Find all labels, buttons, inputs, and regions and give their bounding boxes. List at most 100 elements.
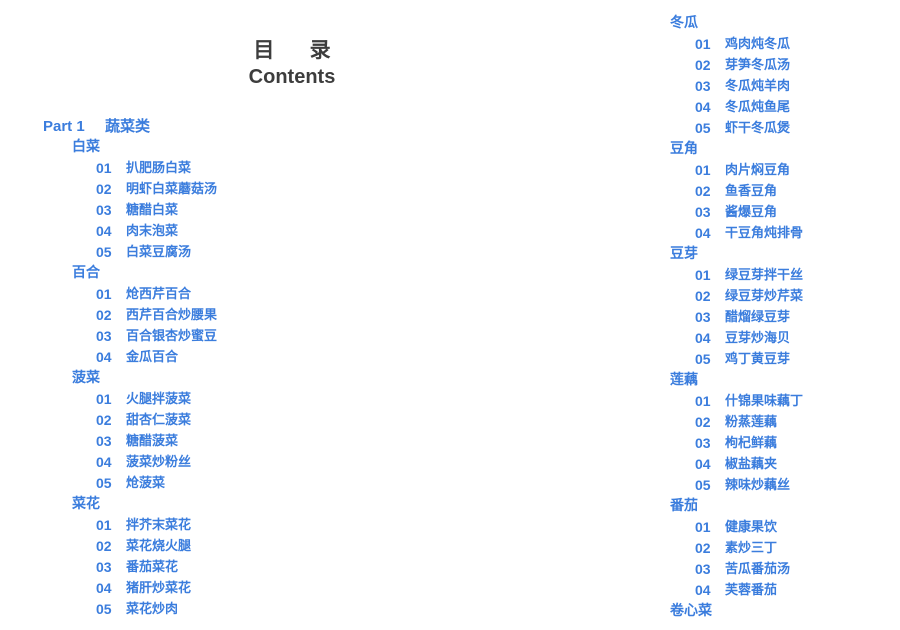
toc-entry[interactable]: 01 健康果饮 [670,517,803,538]
toc-category[interactable]: 卷心菜 [670,601,803,622]
entry-number: 01 [695,267,711,283]
toc-entry[interactable]: 05 白菜豆腐汤 [43,242,217,263]
toc-entry[interactable]: 01 扒肥肠白菜 [43,158,217,179]
toc-entry[interactable]: 01 肉片焖豆角 [670,160,803,181]
toc-entry[interactable]: 01 绿豆芽拌干丝 [670,265,803,286]
entry-number: 02 [695,288,711,304]
toc-entry[interactable]: 05 炝菠菜 [43,473,217,494]
entry-title: 枸杞鲜藕 [725,436,778,451]
entry-title: 鸡肉炖冬瓜 [725,37,791,52]
entry-title: 扒肥肠白菜 [126,161,192,176]
toc-entry[interactable]: 03 醋熘绿豆芽 [670,307,803,328]
entry-title: 明虾白菜蘑菇汤 [126,182,218,197]
entry-title: 百合银杏炒蜜豆 [126,329,218,344]
toc-entry[interactable]: 03 枸杞鲜藕 [670,433,803,454]
entry-number: 05 [96,244,112,260]
toc-entry[interactable]: 02 素炒三丁 [670,538,803,559]
entry-title: 辣味炒藕丝 [725,478,791,493]
entry-title: 芙蓉番茄 [725,583,778,598]
toc-entry[interactable]: 04 干豆角炖排骨 [670,223,803,244]
toc-entry[interactable]: 02 鱼香豆角 [670,181,803,202]
entry-title: 虾干冬瓜煲 [725,121,791,136]
entry-number: 05 [695,351,711,367]
entry-number: 02 [695,183,711,199]
entry-title: 拌芥末菜花 [126,518,192,533]
toc-entry[interactable]: 05 菜花炒肉 [43,599,217,620]
toc-entry[interactable]: 04 菠菜炒粉丝 [43,452,217,473]
toc-category[interactable]: 白菜 [43,137,217,158]
toc-entry[interactable]: 03 番茄菜花 [43,557,217,578]
entry-number: 02 [96,307,112,323]
toc-entry[interactable]: 03 苦瓜番茄汤 [670,559,803,580]
toc-entry[interactable]: 04 金瓜百合 [43,347,217,368]
entry-number: 03 [695,561,711,577]
entry-title: 绿豆芽炒芹菜 [725,289,804,304]
toc-category[interactable]: 百合 [43,263,217,284]
entry-title: 菜花烧火腿 [126,539,192,554]
toc-category[interactable]: 莲藕 [670,370,803,391]
toc-entry[interactable]: 01 什锦果味藕丁 [670,391,803,412]
toc-entry[interactable]: 02 芽笋冬瓜汤 [670,55,803,76]
toc-entry[interactable]: 04 椒盐藕夹 [670,454,803,475]
entry-title: 鱼香豆角 [725,184,778,199]
toc-category[interactable]: 菠菜 [43,368,217,389]
toc-category[interactable]: 豆角 [670,139,803,160]
entry-title: 椒盐藕夹 [725,457,778,472]
entry-title: 苦瓜番茄汤 [725,562,791,577]
toc-category[interactable]: 豆芽 [670,244,803,265]
toc-entry[interactable]: 03 糖醋菠菜 [43,431,217,452]
entry-number: 04 [695,456,711,472]
toc-title-chinese: 目 录 [253,38,345,62]
entry-number: 02 [96,412,112,428]
toc-entry[interactable]: 01 炝西芹百合 [43,284,217,305]
toc-title-english: Contents [248,66,336,88]
toc-entry[interactable]: 02 粉蒸莲藕 [670,412,803,433]
toc-entry[interactable]: 04 肉末泡菜 [43,221,217,242]
entry-number: 05 [96,601,112,617]
entry-title: 素炒三丁 [725,541,778,556]
toc-category[interactable]: 冬瓜 [670,13,803,34]
entry-number: 01 [96,391,112,407]
entry-title: 甜杏仁菠菜 [126,413,192,428]
entry-title: 冬瓜炖鱼尾 [725,100,791,115]
toc-entry[interactable]: 03 糖醋白菜 [43,200,217,221]
entry-number: 01 [96,286,112,302]
toc-entry[interactable]: 02 西芹百合炒腰果 [43,305,217,326]
entry-number: 03 [96,433,112,449]
entry-number: 03 [695,309,711,325]
entry-number: 01 [695,393,711,409]
toc-entry[interactable]: 01 鸡肉炖冬瓜 [670,34,803,55]
entry-number: 02 [695,540,711,556]
toc-entry[interactable]: 04 豆芽炒海贝 [670,328,803,349]
toc-entry[interactable]: 05 鸡丁黄豆芽 [670,349,803,370]
toc-entry[interactable]: 03 冬瓜炖羊肉 [670,76,803,97]
entry-title: 糖醋菠菜 [126,434,179,449]
toc-entry[interactable]: 05 辣味炒藕丝 [670,475,803,496]
toc-entry[interactable]: 04 冬瓜炖鱼尾 [670,97,803,118]
entry-title: 豆芽炒海贝 [725,331,791,346]
entry-number: 03 [695,204,711,220]
entry-number: 04 [96,223,112,239]
toc-entry[interactable]: 03 百合银杏炒蜜豆 [43,326,217,347]
toc-entry[interactable]: 04 猪肝炒菜花 [43,578,217,599]
toc-entry[interactable]: 03 酱爆豆角 [670,202,803,223]
toc-entry[interactable]: 05 虾干冬瓜煲 [670,118,803,139]
toc-entry[interactable]: 02 明虾白菜蘑菇汤 [43,179,217,200]
toc-category[interactable]: 番茄 [670,496,803,517]
entry-title: 金瓜百合 [126,350,179,365]
entry-title: 醋熘绿豆芽 [725,310,791,325]
toc-entry[interactable]: 01 火腿拌菠菜 [43,389,217,410]
entry-title: 西芹百合炒腰果 [126,308,218,323]
entry-number: 03 [695,78,711,94]
toc-entry[interactable]: 02 甜杏仁菠菜 [43,410,217,431]
entry-title: 鸡丁黄豆芽 [725,352,791,367]
entry-title: 健康果饮 [725,520,778,535]
toc-entry[interactable]: 01 拌芥末菜花 [43,515,217,536]
toc-category[interactable]: 菜花 [43,494,217,515]
toc-entry[interactable]: 02 菜花烧火腿 [43,536,217,557]
toc-entry[interactable]: 04 芙蓉番茄 [670,580,803,601]
entry-number: 04 [695,582,711,598]
part-heading: Part 1 蔬菜类 [43,116,217,137]
entry-title: 酱爆豆角 [725,205,778,220]
toc-entry[interactable]: 02 绿豆芽炒芹菜 [670,286,803,307]
